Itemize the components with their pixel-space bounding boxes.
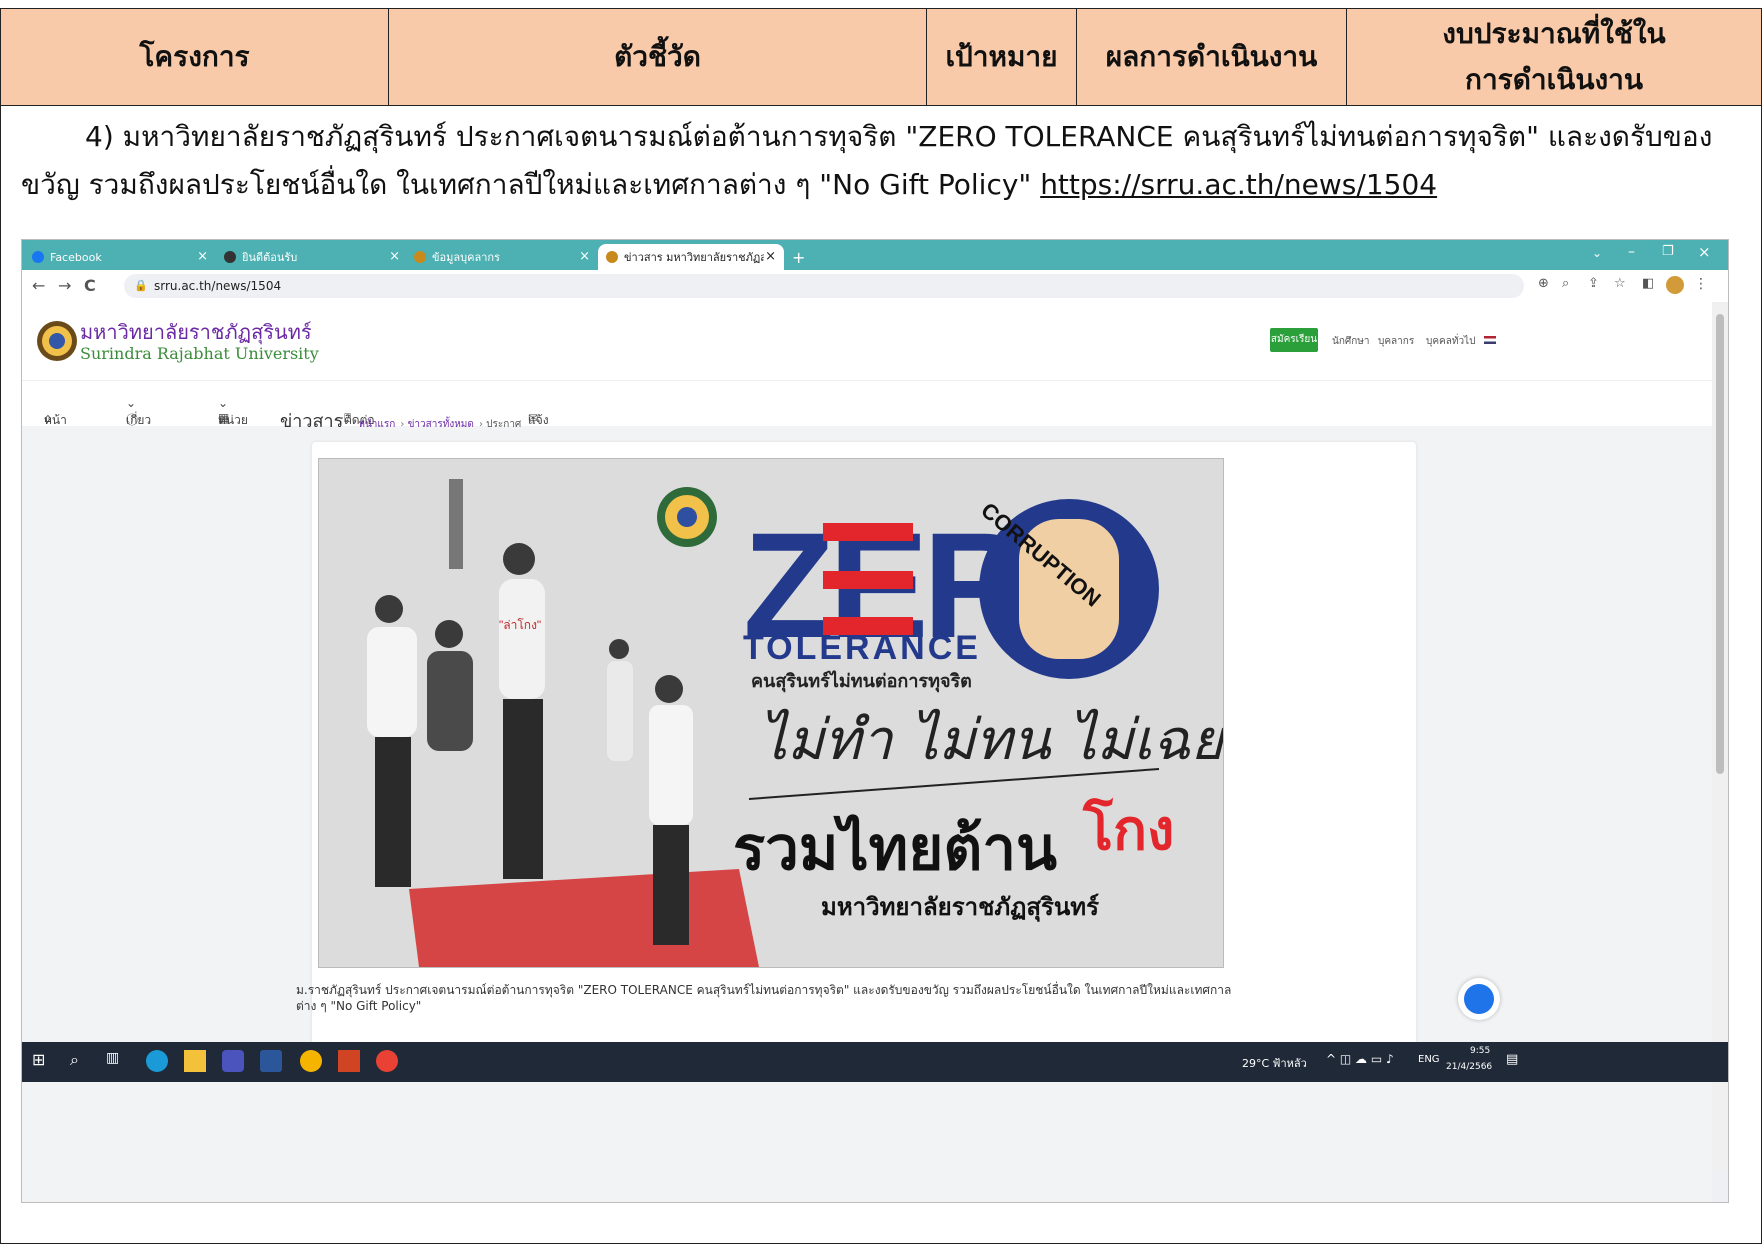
edge-icon[interactable] (146, 1050, 168, 1072)
notification-icon[interactable]: ▤ (1506, 1052, 1518, 1067)
tray-icons[interactable]: ^ ◫ ☁ ▭ ♪ (1326, 1052, 1394, 1066)
menu-about[interactable]: ⓘ เกี่ยวกับ ⌄ (126, 396, 151, 446)
close-icon[interactable]: × (579, 249, 590, 264)
messenger-icon (1464, 984, 1494, 1014)
page-title: ข่าวสาร (280, 411, 344, 432)
chevron-down-icon[interactable]: ⌄ (1592, 246, 1602, 260)
breadcrumb-home[interactable]: หน้าแรก (358, 419, 395, 430)
app-icon[interactable] (338, 1050, 360, 1072)
header-budget-line2: การดำเนินงาน (1464, 63, 1643, 96)
new-tab-button[interactable]: + (792, 244, 812, 270)
breadcrumb-announce: ประกาศ (486, 419, 522, 430)
tab-label: ยินดีต้อนรับ (242, 251, 298, 264)
poster-tagline: คนสุรินทร์ไม่ทนต่อการทุจริต (751, 670, 972, 693)
site-header: มหาวิทยาลัยราชภัฏสุรินทร์ Surindra Rajab… (22, 302, 1712, 380)
minimize-icon[interactable]: – (1628, 244, 1635, 260)
poster-graphic: ZERO CORRUPTION TOLERANCE คนสุรินทร์ไม่ท… (319, 459, 1223, 967)
document-frame: โครงการ ตัวชี้วัด เป้าหมาย ผลการดำเนินงา… (0, 8, 1762, 1244)
poster-tolerance: TOLERANCE (743, 629, 981, 667)
clock-date[interactable]: 21/4/2566 (1446, 1062, 1492, 1072)
university-logo-icon (606, 251, 618, 263)
zoom-icon[interactable]: ⌕ (1562, 276, 1569, 291)
chrome-profile-icon[interactable] (376, 1050, 398, 1072)
sidepanel-icon[interactable]: ◧ (1642, 276, 1654, 291)
windows-taskbar: ⊞ ⌕ ▥ 29°C ฟ้าหลัว ^ ◫ ☁ ▭ ♪ ENG 9:55 21… (22, 1042, 1728, 1082)
breadcrumb: ข่าวสาร หน้าแรก › ข่าวสารทั้งหมด › ประกา… (280, 406, 521, 435)
link-staff[interactable]: บุคลากร (1378, 334, 1414, 349)
table-header: โครงการ ตัวชี้วัด เป้าหมาย ผลการดำเนินงา… (1, 9, 1761, 106)
task-view-icon[interactable]: ▥ (106, 1050, 128, 1072)
breadcrumb-separator: › (400, 419, 408, 430)
translate-icon[interactable]: ⊕ (1538, 276, 1549, 291)
word-icon[interactable] (260, 1050, 282, 1072)
forward-icon[interactable]: → (58, 276, 71, 295)
scrollbar-thumb[interactable] (1716, 314, 1724, 774)
language-flag-icon[interactable] (1484, 336, 1496, 344)
header-budget-line1: งบประมาณที่ใช้ใน (1442, 17, 1666, 50)
paragraph-text: 4) มหาวิทยาลัยราชภัฏสุรินทร์ ประกาศเจตนา… (21, 120, 1713, 201)
tab-label: Facebook (50, 250, 102, 264)
apply-button[interactable]: สมัครเรียน (1270, 328, 1318, 352)
windows-start-icon[interactable]: ⊞ (32, 1050, 54, 1072)
poster-headline-b: โกง (1082, 797, 1174, 861)
news-caption: ม.ราชภัฏสุรินทร์ ประกาศเจตนารมณ์ต่อต้านก… (296, 983, 1232, 1013)
lock-icon: 🔒 (134, 279, 148, 292)
poster-headline-a: รวมไทยต้าน (733, 813, 1057, 882)
header-project: โครงการ (1, 9, 389, 105)
tab-welcome[interactable]: ยินดีต้อนรับ × (224, 244, 408, 270)
menu-units[interactable]: ▦ หน่วยงานภายใน ⌄ (218, 396, 254, 465)
news-link[interactable]: https://srru.ac.th/news/1504 (1040, 168, 1437, 201)
search-icon[interactable]: ⌕ (70, 1050, 92, 1072)
university-logo-icon (414, 251, 426, 263)
poster-script: ไม่ทำ ไม่ทน ไม่เฉย (759, 708, 1223, 773)
chrome-icon[interactable] (300, 1050, 322, 1072)
header-result: ผลการดำเนินงาน (1077, 9, 1347, 105)
link-students[interactable]: นักศึกษา (1332, 334, 1370, 349)
header-target: เป้าหมาย (927, 9, 1077, 105)
tab-personnel[interactable]: ข้อมูลบุคลากร × (414, 244, 598, 270)
poster-shirt-text: "ล่าโกง" (499, 618, 541, 632)
university-seal-icon (37, 321, 77, 361)
header-indicator: ตัวชี้วัด (389, 9, 927, 105)
header-budget: งบประมาณที่ใช้ใน การดำเนินงาน (1347, 9, 1761, 105)
poster-university: มหาวิทยาลัยราชภัฏสุรินทร์ (821, 893, 1099, 923)
language-indicator[interactable]: ENG (1418, 1054, 1440, 1065)
close-window-icon[interactable]: × (1698, 243, 1711, 261)
url-input[interactable]: 🔒 srru.ac.th/news/1504 (124, 274, 1524, 298)
back-icon[interactable]: ← (32, 276, 45, 295)
link-public[interactable]: บุคคลทั่วไป (1426, 334, 1475, 349)
close-icon[interactable]: × (389, 249, 400, 264)
profile-avatar[interactable] (1666, 276, 1684, 294)
page-scrollbar[interactable] (1712, 302, 1728, 1170)
site-menu: ⌂ หน้าแรก ⓘ เกี่ยวกับ ⌄ ▦ หน่วยงานภายใน … (22, 380, 1712, 522)
url-text: srru.ac.th/news/1504 (154, 279, 282, 293)
site-name-en[interactable]: Surindra Rajabhat University (80, 344, 319, 363)
restore-icon[interactable]: ❐ (1662, 244, 1674, 259)
tab-facebook[interactable]: Facebook × (32, 244, 216, 270)
browser-tabbar: Facebook × ยินดีต้อนรับ × ข้อมูลบุคลากร … (22, 240, 1728, 270)
tab-label: ข่าวสาร มหาวิทยาลัยราชภัฏสุรินทร์ | S (624, 251, 764, 264)
reload-icon[interactable]: C (84, 276, 96, 295)
share-icon[interactable]: ⇪ (1588, 276, 1599, 291)
weather-text[interactable]: 29°C ฟ้าหลัว (1242, 1054, 1307, 1072)
facebook-icon (32, 251, 44, 263)
globe-icon (224, 251, 236, 263)
bookmark-star-icon[interactable]: ☆ (1614, 276, 1626, 291)
clock-time[interactable]: 9:55 (1470, 1046, 1490, 1056)
body-paragraph: 4) มหาวิทยาลัยราชภัฏสุรินทร์ ประกาศเจตนา… (1, 113, 1763, 209)
tab-label: ข้อมูลบุคลากร (432, 251, 500, 264)
news-poster-image: ZERO CORRUPTION TOLERANCE คนสุรินทร์ไม่ท… (318, 458, 1224, 968)
messenger-chat-button[interactable] (1458, 978, 1500, 1020)
menu-dots-icon[interactable]: ⋮ (1694, 276, 1708, 292)
close-icon[interactable]: × (765, 249, 776, 264)
browser-screenshot: Facebook × ยินดีต้อนรับ × ข้อมูลบุคลากร … (21, 239, 1729, 1203)
close-icon[interactable]: × (197, 249, 208, 264)
address-bar: ← → C 🔒 srru.ac.th/news/1504 ⊕ ⌕ ⇪ ☆ ◧ ⋮ (22, 270, 1728, 303)
tab-news[interactable]: ข่าวสาร มหาวิทยาลัยราชภัฏสุรินทร์ | S × (598, 244, 784, 270)
breadcrumb-all-news[interactable]: ข่าวสารทั้งหมด (408, 419, 474, 430)
file-explorer-icon[interactable] (184, 1050, 206, 1072)
teams-icon[interactable] (222, 1050, 244, 1072)
